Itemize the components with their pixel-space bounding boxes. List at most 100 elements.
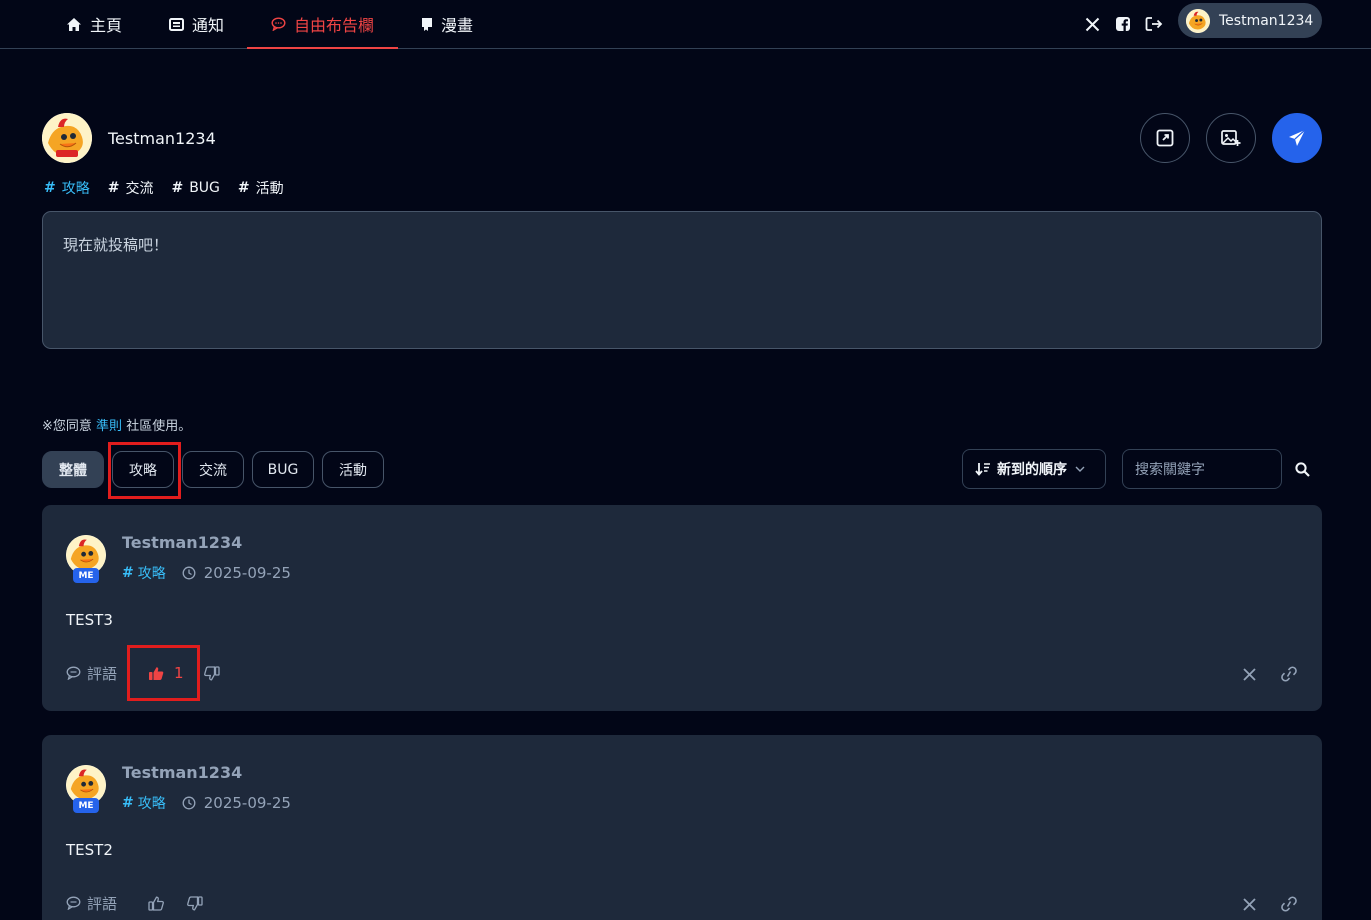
composer-tag-label: 交流 bbox=[125, 181, 154, 197]
clock-icon bbox=[182, 796, 196, 810]
like-button[interactable] bbox=[148, 892, 170, 914]
hash-icon: # bbox=[122, 795, 134, 811]
post-author: Testman1234 bbox=[122, 533, 243, 552]
me-badge: ME bbox=[73, 568, 99, 583]
guidelines-link[interactable]: 準則 bbox=[96, 419, 122, 434]
post-card: ME Testman1234 # 攻略 2025-09-25 TEST3 評語 1 bbox=[42, 505, 1322, 711]
annotation-highlight-box bbox=[108, 442, 181, 499]
facebook-icon[interactable] bbox=[1111, 12, 1135, 36]
book-icon bbox=[422, 17, 432, 31]
thumbs-down-icon bbox=[187, 895, 203, 910]
post-author: Testman1234 bbox=[122, 763, 243, 782]
comment-label: 評語 bbox=[87, 894, 118, 913]
chevron-down-icon bbox=[1075, 466, 1085, 472]
search-icon bbox=[1294, 461, 1310, 477]
composer-tag-label: BUG bbox=[189, 180, 220, 196]
tab-bulletin-board[interactable]: 自由布告欄 bbox=[246, 0, 399, 49]
post-body: TEST2 bbox=[66, 841, 113, 859]
post-textarea-placeholder: 現在就投稿吧！ bbox=[63, 236, 169, 254]
share-x-button[interactable] bbox=[1239, 664, 1259, 684]
agreement-prefix: ※您同意 bbox=[42, 419, 92, 434]
comment-label: 評語 bbox=[87, 664, 118, 683]
tab-notifications[interactable]: 通知 bbox=[169, 0, 224, 48]
avatar bbox=[1186, 8, 1210, 33]
expand-icon bbox=[1156, 129, 1174, 147]
thumbs-up-icon bbox=[148, 896, 164, 911]
agreement-notice: ※您同意 準則 社區使用。 bbox=[42, 415, 191, 434]
hash-icon: # bbox=[107, 180, 120, 196]
tab-notifications-label: 通知 bbox=[192, 16, 225, 35]
avatar bbox=[42, 113, 92, 163]
copy-link-button[interactable] bbox=[1279, 664, 1299, 684]
annotation-highlight-box bbox=[127, 645, 200, 701]
filter-chip-bug[interactable]: BUG bbox=[252, 451, 314, 488]
post-tag-label: 攻略 bbox=[137, 796, 166, 812]
filter-chip-events[interactable]: 活動 bbox=[322, 451, 384, 488]
x-twitter-icon bbox=[1242, 897, 1256, 911]
search-placeholder: 搜索關鍵字 bbox=[1135, 462, 1205, 478]
paper-plane-icon bbox=[1289, 129, 1306, 146]
x-twitter-icon bbox=[1242, 667, 1256, 681]
composer-username: Testman1234 bbox=[108, 128, 216, 148]
post-tag[interactable]: # 攻略 bbox=[122, 563, 166, 583]
expand-editor-button[interactable] bbox=[1140, 113, 1190, 163]
user-menu-button[interactable]: Testman1234 bbox=[1178, 3, 1322, 38]
user-menu-name: Testman1234 bbox=[1219, 12, 1314, 29]
image-add-icon bbox=[1221, 130, 1241, 146]
post-date-text: 2025-09-25 bbox=[203, 564, 291, 582]
copy-link-button[interactable] bbox=[1279, 894, 1299, 914]
sort-dropdown[interactable]: 新到的順序 bbox=[962, 449, 1106, 489]
post-body: TEST3 bbox=[66, 611, 113, 629]
share-x-button[interactable] bbox=[1239, 894, 1259, 914]
tab-comics[interactable]: 漫畫 bbox=[421, 0, 473, 48]
hash-icon: # bbox=[122, 565, 134, 581]
composer-tag-strategy[interactable]: # 攻略 bbox=[44, 178, 90, 198]
composer-tag-selector: # 攻略 # 交流 # BUG # 活動 bbox=[44, 178, 302, 198]
hash-icon: # bbox=[44, 180, 56, 196]
post-tag[interactable]: # 攻略 bbox=[122, 793, 166, 813]
logout-icon[interactable] bbox=[1142, 12, 1166, 36]
link-icon bbox=[1281, 896, 1297, 912]
add-image-button[interactable] bbox=[1206, 113, 1256, 163]
search-input[interactable]: 搜索關鍵字 bbox=[1122, 449, 1282, 489]
composer-tag-label: 攻略 bbox=[61, 181, 90, 197]
chat-bubble-icon bbox=[271, 17, 286, 31]
me-badge: ME bbox=[73, 798, 99, 813]
search-button[interactable] bbox=[1292, 459, 1312, 479]
post-meta: # 攻略 2025-09-25 bbox=[122, 793, 291, 813]
hash-icon: # bbox=[171, 180, 184, 196]
tab-home[interactable]: 主頁 bbox=[66, 0, 122, 48]
dislike-button[interactable] bbox=[187, 892, 209, 914]
post-card: ME Testman1234 # 攻略 2025-09-25 TEST2 評語 bbox=[42, 735, 1322, 920]
post-date: 2025-09-25 bbox=[182, 564, 291, 582]
thumbs-down-icon bbox=[204, 665, 220, 680]
tab-bulletin-board-label: 自由布告欄 bbox=[294, 16, 375, 35]
sort-label: 新到的順序 bbox=[997, 462, 1067, 478]
x-twitter-icon[interactable] bbox=[1080, 12, 1104, 36]
post-date: 2025-09-25 bbox=[182, 794, 291, 812]
hash-icon: # bbox=[237, 180, 250, 196]
composer-tag-exchange[interactable]: # 交流 bbox=[108, 178, 154, 198]
composer-author: Testman1234 bbox=[42, 113, 216, 163]
filter-chip-exchange[interactable]: 交流 bbox=[182, 451, 244, 488]
post-textarea[interactable]: 現在就投稿吧！ bbox=[42, 211, 1322, 349]
chat-bubble-icon bbox=[66, 666, 81, 680]
dislike-button[interactable] bbox=[204, 662, 226, 684]
chat-bubble-icon bbox=[66, 896, 81, 910]
comment-button[interactable]: 評語 bbox=[66, 662, 117, 684]
composer-tag-label: 活動 bbox=[255, 181, 284, 197]
composer-tag-events[interactable]: # 活動 bbox=[238, 178, 284, 198]
composer-tag-bug[interactable]: # BUG bbox=[171, 178, 219, 198]
tab-home-label: 主頁 bbox=[90, 16, 123, 35]
comment-button[interactable]: 評語 bbox=[66, 892, 117, 914]
post-tag-label: 攻略 bbox=[137, 566, 166, 582]
home-icon bbox=[67, 17, 81, 31]
clock-icon bbox=[182, 566, 196, 580]
newspaper-icon bbox=[169, 17, 184, 31]
filter-chip-all[interactable]: 整體 bbox=[42, 451, 104, 488]
post-date-text: 2025-09-25 bbox=[203, 794, 291, 812]
submit-post-button[interactable] bbox=[1272, 113, 1322, 163]
agreement-suffix: 社區使用。 bbox=[126, 419, 192, 434]
sort-icon bbox=[975, 463, 990, 476]
top-navbar: 主頁 通知 自由布告欄 漫畫 Testman1234 bbox=[0, 0, 1371, 49]
